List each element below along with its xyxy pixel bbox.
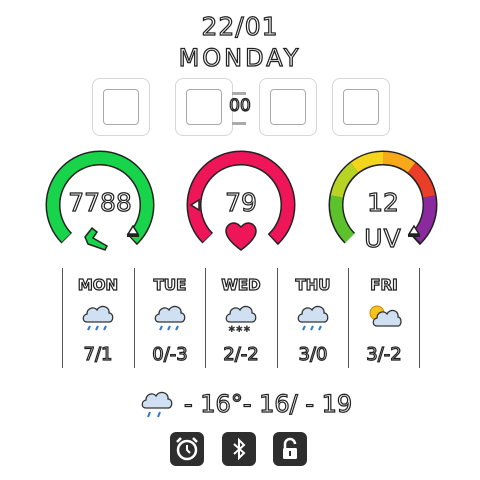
partly-cloudy-icon bbox=[369, 305, 402, 327]
alarm-status[interactable] bbox=[170, 432, 204, 466]
steps-gauge[interactable]: 7788 bbox=[45, 150, 155, 260]
lock-icon bbox=[283, 437, 297, 459]
forecast-temp: 3/-2 bbox=[366, 343, 403, 365]
bluetooth-icon bbox=[233, 437, 246, 461]
seconds-label: 00 bbox=[229, 95, 252, 116]
uv-value: 12 bbox=[366, 187, 399, 217]
heart-rate-value: 79 bbox=[224, 187, 257, 217]
current-temp: - 16°- 16/ - 19 bbox=[183, 389, 353, 418]
forecast-day[interactable]: THU 3/0 bbox=[277, 268, 349, 370]
forecast-temp: 2/-2 bbox=[223, 343, 260, 365]
current-weather[interactable]: - 16°- 16/ - 19 bbox=[138, 386, 358, 422]
rain-cloud-icon bbox=[82, 305, 114, 331]
rain-cloud-icon bbox=[154, 305, 186, 331]
time-digit-tile bbox=[259, 78, 317, 136]
forecast-day[interactable]: MON 7/1 bbox=[62, 268, 134, 370]
forecast-temp: 7/1 bbox=[83, 343, 113, 365]
snow-cloud-icon: ✱✱✱ bbox=[225, 305, 257, 334]
heart-rate-gauge[interactable]: 79 bbox=[186, 150, 296, 260]
svg-text:✱✱✱: ✱✱✱ bbox=[228, 325, 251, 334]
forecast-day[interactable]: WED ✱✱✱ 2/-2 bbox=[205, 268, 277, 370]
forecast-temp: 3/0 bbox=[298, 343, 328, 365]
forecast-temp: 0/-3 bbox=[152, 343, 189, 365]
forecast-day-label: THU bbox=[295, 275, 331, 294]
forecast-day-label: WED bbox=[221, 275, 261, 294]
forecast-day-label: FRI bbox=[370, 275, 399, 294]
forecast-strip: MON 7/1 TUE 0/-3 WED ✱✱✱ 2/-2 THU 3/0 FR… bbox=[62, 268, 420, 370]
rain-cloud-icon bbox=[297, 305, 329, 331]
alarm-icon bbox=[176, 437, 198, 461]
forecast-day[interactable]: FRI 3/-2 bbox=[348, 268, 420, 370]
time-digit-tile bbox=[175, 78, 233, 136]
time-digit-tile bbox=[332, 78, 390, 136]
forecast-day-label: MON bbox=[77, 275, 119, 294]
divider bbox=[232, 122, 246, 125]
divider bbox=[232, 92, 246, 95]
forecast-day-label: TUE bbox=[153, 275, 187, 294]
time-digit-tile bbox=[92, 78, 150, 136]
footprint-icon bbox=[84, 226, 108, 251]
uv-label: UV bbox=[364, 223, 402, 253]
steps-value: 7788 bbox=[68, 187, 133, 217]
uv-gauge[interactable]: 12 UV bbox=[328, 150, 438, 260]
weekday-label: MONDAY bbox=[178, 43, 302, 72]
heart-icon bbox=[225, 222, 257, 251]
forecast-day[interactable]: TUE 0/-3 bbox=[134, 268, 206, 370]
bluetooth-status[interactable] bbox=[222, 432, 256, 466]
lock-status[interactable] bbox=[273, 432, 307, 466]
rain-cloud-icon bbox=[141, 391, 173, 418]
date-label: 22/01 bbox=[201, 11, 279, 41]
